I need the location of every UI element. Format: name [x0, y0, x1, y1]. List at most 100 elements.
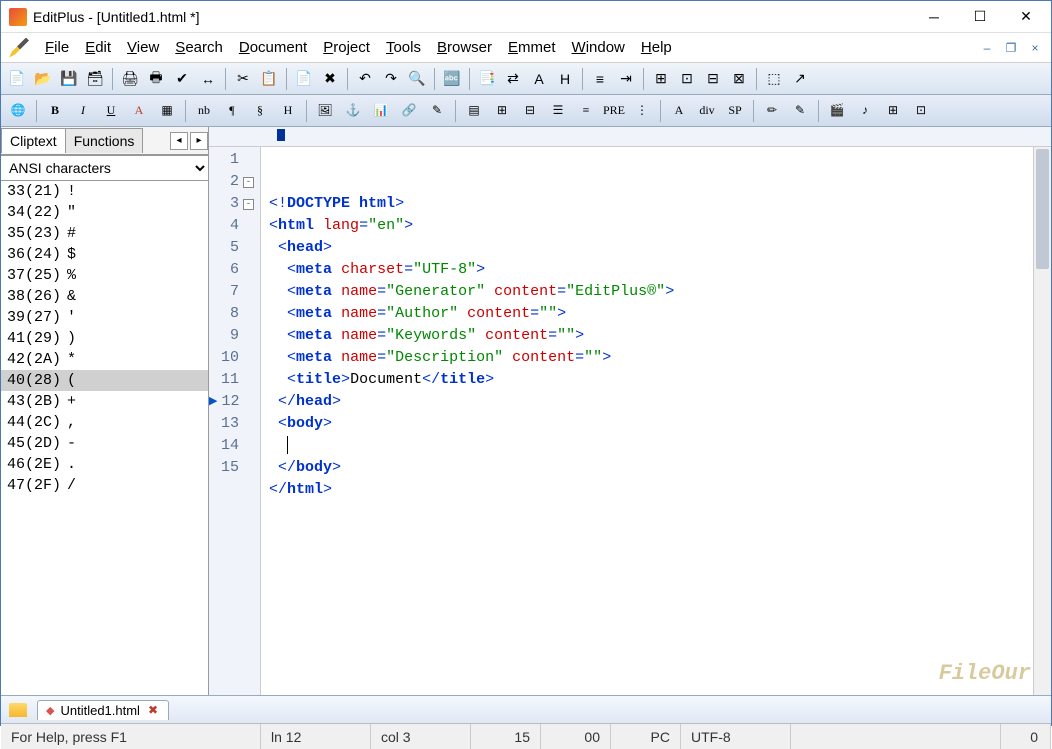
html-toolbar-button-19[interactable]: ≡	[573, 99, 599, 123]
toolbar-button-16[interactable]: 📑	[475, 67, 499, 91]
html-toolbar-button-21[interactable]: ⋮	[629, 99, 655, 123]
scrollbar-thumb[interactable]	[1036, 149, 1049, 269]
toolbar-button-4[interactable]: 🖨	[118, 67, 142, 91]
line-number-gutter[interactable]: 12-3-4567891011▶12131415	[209, 147, 261, 695]
code-text-area[interactable]: <!DOCTYPE html><html lang="en"> <head> <…	[261, 147, 1051, 695]
toolbar-button-9[interactable]: 📋	[257, 67, 281, 91]
code-line[interactable]: <meta name="Keywords" content="">	[269, 325, 1051, 347]
line-number[interactable]: ▶12	[209, 391, 254, 413]
line-number[interactable]: 13	[209, 413, 254, 435]
html-toolbar-button-13[interactable]: 🔗	[396, 99, 422, 123]
sidebar-prev-button[interactable]: ◂	[170, 132, 188, 150]
html-toolbar-button-18[interactable]: ☰	[545, 99, 571, 123]
toolbar-button-15[interactable]: 🔤	[440, 67, 464, 91]
toolbar-button-2[interactable]: 💾	[57, 67, 81, 91]
code-line[interactable]	[269, 501, 1051, 523]
cliptext-item[interactable]: 36(24)$	[1, 244, 208, 265]
menu-file[interactable]: File	[37, 37, 77, 58]
code-line[interactable]: </body>	[269, 457, 1051, 479]
cliptext-item[interactable]: 47(2F)/	[1, 475, 208, 496]
code-line[interactable]	[269, 435, 1051, 457]
code-line[interactable]: </html>	[269, 479, 1051, 501]
menu-tools[interactable]: Tools	[378, 37, 429, 58]
tab-functions[interactable]: Functions	[65, 128, 144, 153]
html-toolbar-button-27[interactable]: 🎬	[824, 99, 850, 123]
cliptext-item[interactable]: 40(28)(	[1, 370, 208, 391]
cliptext-item[interactable]: 45(2D)-	[1, 433, 208, 454]
toolbar-button-1[interactable]: 📂	[31, 67, 55, 91]
tab-cliptext[interactable]: Cliptext	[1, 128, 66, 153]
code-line[interactable]: </head>	[269, 391, 1051, 413]
html-toolbar-button-14[interactable]: ✎	[424, 99, 450, 123]
line-number[interactable]: 7	[209, 281, 254, 303]
html-toolbar-button-28[interactable]: ♪	[852, 99, 878, 123]
menu-emmet[interactable]: Emmet	[500, 37, 564, 58]
cliptext-item[interactable]: 38(26)&	[1, 286, 208, 307]
html-toolbar-button-5[interactable]: ▦	[154, 99, 180, 123]
html-toolbar-button-17[interactable]: ⊟	[517, 99, 543, 123]
toolbar-button-19[interactable]: H	[553, 67, 577, 91]
mdi-minimize-button[interactable]: –	[976, 39, 998, 57]
toolbar-button-26[interactable]: ⬚	[762, 67, 786, 91]
menu-view[interactable]: View	[119, 37, 167, 58]
toolbar-button-13[interactable]: ↷	[379, 67, 403, 91]
code-line[interactable]: <meta charset="UTF-8">	[269, 259, 1051, 281]
code-line[interactable]: <head>	[269, 237, 1051, 259]
toolbar-button-27[interactable]: ↗	[788, 67, 812, 91]
cliptext-item[interactable]: 39(27)'	[1, 307, 208, 328]
html-toolbar-button-3[interactable]: U	[98, 99, 124, 123]
mdi-restore-button[interactable]: ❐	[1000, 39, 1022, 57]
cliptext-item[interactable]: 44(2C),	[1, 412, 208, 433]
code-line[interactable]: <meta name="Generator" content="EditPlus…	[269, 281, 1051, 303]
menu-window[interactable]: Window	[564, 37, 633, 58]
html-toolbar-button-10[interactable]: 🖼	[312, 99, 338, 123]
toolbar-button-14[interactable]: 🔍	[405, 67, 429, 91]
html-toolbar-button-30[interactable]: ⊡	[908, 99, 934, 123]
cliptext-item[interactable]: 37(25)%	[1, 265, 208, 286]
menu-document[interactable]: Document	[231, 37, 315, 58]
cliptext-item[interactable]: 41(29))	[1, 328, 208, 349]
mdi-close-button[interactable]: ×	[1024, 39, 1046, 57]
toolbar-button-6[interactable]: ✔	[170, 67, 194, 91]
html-toolbar-button-12[interactable]: 📊	[368, 99, 394, 123]
toolbar-button-17[interactable]: ⇄	[501, 67, 525, 91]
cliptext-item[interactable]: 42(2A)*	[1, 349, 208, 370]
html-toolbar-button-29[interactable]: ⊞	[880, 99, 906, 123]
cliptext-dropdown[interactable]: ANSI characters	[1, 156, 208, 180]
line-number[interactable]: 6	[209, 259, 254, 281]
html-toolbar-button-24[interactable]: SP	[722, 99, 748, 123]
close-button[interactable]: ✕	[1003, 2, 1049, 32]
html-toolbar-button-15[interactable]: ▤	[461, 99, 487, 123]
cliptext-item[interactable]: 46(2E).	[1, 454, 208, 475]
vertical-scrollbar[interactable]	[1033, 147, 1051, 695]
line-number[interactable]: 10	[209, 347, 254, 369]
toolbar-button-12[interactable]: ↶	[353, 67, 377, 91]
line-number[interactable]: 11	[209, 369, 254, 391]
cliptext-item[interactable]: 43(2B)+	[1, 391, 208, 412]
toolbar-button-23[interactable]: ⊡	[675, 67, 699, 91]
line-number[interactable]: 8	[209, 303, 254, 325]
html-toolbar-button-11[interactable]: ⚓	[340, 99, 366, 123]
toolbar-button-7[interactable]: ↔	[196, 67, 220, 91]
sidebar-next-button[interactable]: ▸	[190, 132, 208, 150]
toolbar-button-3[interactable]: 🗃	[83, 67, 107, 91]
line-number[interactable]: 2-	[209, 171, 254, 193]
code-line[interactable]: <body>	[269, 413, 1051, 435]
code-line[interactable]: <meta name="Description" content="">	[269, 347, 1051, 369]
html-toolbar-button-25[interactable]: ✏	[759, 99, 785, 123]
html-toolbar-button-1[interactable]: B	[42, 99, 68, 123]
line-number[interactable]: 4	[209, 215, 254, 237]
code-line[interactable]: <html lang="en">	[269, 215, 1051, 237]
line-number[interactable]: 3-	[209, 193, 254, 215]
toolbar-button-24[interactable]: ⊟	[701, 67, 725, 91]
menu-edit[interactable]: Edit	[77, 37, 119, 58]
toolbar-button-22[interactable]: ⊞	[649, 67, 673, 91]
maximize-button[interactable]: ☐	[957, 2, 1003, 32]
tab-close-icon[interactable]: ✖	[146, 703, 160, 717]
cliptext-item[interactable]: 34(22)"	[1, 202, 208, 223]
toolbar-button-8[interactable]: ✂	[231, 67, 255, 91]
cliptext-list[interactable]: 33(21)!34(22)"35(23)#36(24)$37(25)%38(26…	[1, 181, 208, 695]
toolbar-button-21[interactable]: ⇥	[614, 67, 638, 91]
html-toolbar-button-26[interactable]: ✎	[787, 99, 813, 123]
html-toolbar-button-4[interactable]: A	[126, 99, 152, 123]
